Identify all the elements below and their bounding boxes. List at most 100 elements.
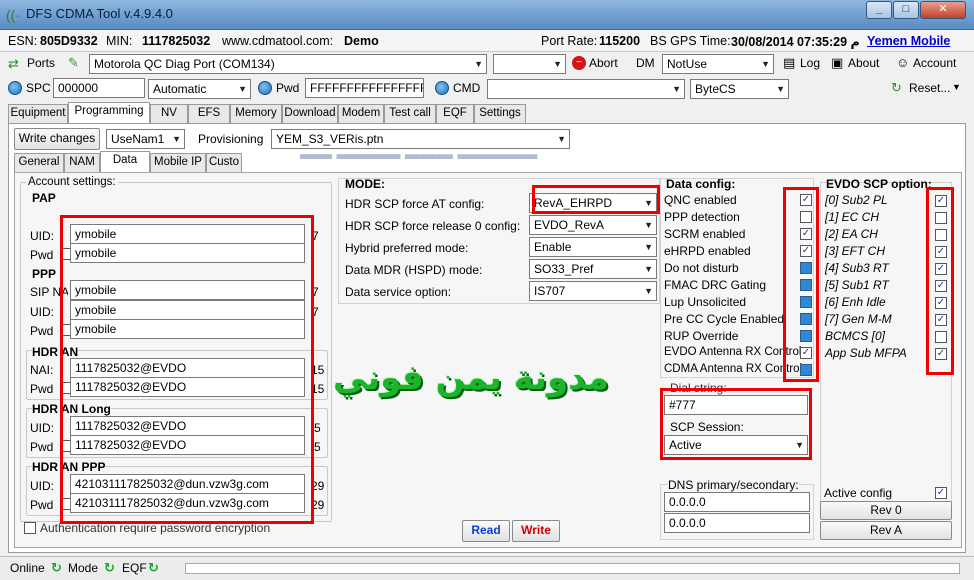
scp-opt-4-label: [4] Sub3 RT <box>825 261 889 275</box>
user-select-value: UseNam1 <box>111 132 165 146</box>
chevron-down-icon: ▼ <box>474 59 483 69</box>
dns-label: DNS primary/secondary: <box>668 478 799 492</box>
spc-mode-value: Automatic <box>153 82 207 96</box>
subtab-mobile-ip[interactable]: Mobile IP <box>150 153 206 172</box>
data-config-highlight-box <box>783 187 819 382</box>
dial-scp-highlight-box <box>660 388 812 460</box>
port-extra-select[interactable]: ▼ <box>493 54 566 74</box>
chevron-down-icon: ▼ <box>644 286 653 296</box>
active-config-checkbox[interactable]: ✓ <box>935 487 947 499</box>
chevron-down-icon: ▼ <box>644 242 653 252</box>
cmd-select[interactable]: ▼ <box>487 79 685 99</box>
subtab-nam[interactable]: NAM <box>64 153 100 172</box>
tab-modem[interactable]: Modem <box>338 104 384 123</box>
read-button[interactable]: Read <box>462 520 510 542</box>
chevron-down-icon: ▼ <box>776 84 785 94</box>
maximize-button[interactable]: □ <box>893 1 919 19</box>
tab-efs[interactable]: EFS <box>188 104 230 123</box>
app-wifi-icon: ((· <box>6 7 20 23</box>
carrier-link[interactable]: Yemen Mobile <box>867 34 950 48</box>
main-tab-strip: Equipment Programming NV EFS Memory Down… <box>8 102 968 124</box>
tab-settings[interactable]: Settings <box>474 104 526 123</box>
tab-download[interactable]: Download <box>282 104 338 123</box>
spc-mode-select[interactable]: Automatic ▼ <box>148 79 251 99</box>
user-select[interactable]: UseNam1 ▼ <box>106 129 185 149</box>
tab-equipment[interactable]: Equipment <box>8 104 68 123</box>
service-option-select[interactable]: IS707 ▼ <box>529 281 657 301</box>
close-button[interactable]: ✕ <box>920 1 966 19</box>
port-rate-label: Port Rate: <box>541 34 598 48</box>
ports-button[interactable]: Ports <box>27 56 55 70</box>
pwd-input[interactable]: FFFFFFFFFFFFFFFF <box>305 78 424 98</box>
dns-primary-input[interactable]: 0.0.0.0 <box>664 492 810 512</box>
scp-opt-1-label: [1] EC CH <box>825 210 880 224</box>
ppp-pwd-label: Pwd <box>30 324 54 338</box>
port-select[interactable]: Motorola QC Diag Port (COM134) ▼ <box>89 54 487 74</box>
scp-force-release-select[interactable]: EVDO_RevA ▼ <box>529 215 657 235</box>
write-changes-button[interactable]: Write changes <box>14 128 100 150</box>
tab-programming[interactable]: Programming <box>68 102 150 123</box>
auth-encryption-checkbox[interactable] <box>24 522 36 534</box>
gps-time-label: BS GPS Time: <box>650 34 731 48</box>
chevron-down-icon: ▼ <box>672 84 681 94</box>
pwd-radio-icon[interactable] <box>258 81 272 95</box>
minimize-button[interactable]: _ <box>866 1 892 19</box>
hybrid-mode-select[interactable]: Enable ▼ <box>529 237 657 257</box>
cmd-radio-icon[interactable] <box>435 81 449 95</box>
scp-opt-5-label: [5] Sub1 RT <box>825 278 889 292</box>
esn-label: ESN: <box>8 34 38 48</box>
scp-opt-6-label: [6] Enh Idle <box>825 295 886 309</box>
evdo-antenna-label: EVDO Antenna RX Control <box>664 346 802 358</box>
tab-nv[interactable]: NV <box>150 104 188 123</box>
mdr-mode-select[interactable]: SO33_Pref ▼ <box>529 259 657 279</box>
toolbar-ports: ⇄ Ports ✎ Motorola QC Diag Port (COM134)… <box>0 52 974 76</box>
ehrpd-enabled-label: eHRPD enabled <box>664 244 751 258</box>
evdo-scp-labels: [0] Sub2 PL [1] EC CH [2] EA CH [3] EFT … <box>825 193 925 363</box>
rev-0-button[interactable]: Rev 0 <box>820 501 952 520</box>
online-indicator-icon: ↻ <box>51 560 62 575</box>
account-button[interactable]: Account <box>913 56 956 70</box>
chevron-down-icon: ▼ <box>557 134 566 144</box>
background-logo: ▬▬ ▬▬▬▬ ▬▬▬ ▬▬▬▬▬ <box>300 146 538 163</box>
write-button[interactable]: Write <box>512 520 560 542</box>
mode-row-label-2: Hybrid preferred mode: <box>345 241 469 255</box>
scp-opt-7-label: [7] Gen M-M <box>825 312 892 326</box>
tab-test-call[interactable]: Test call <box>384 104 436 123</box>
tab-memory[interactable]: Memory <box>230 104 282 123</box>
do-not-disturb-label: Do not disturb <box>664 261 739 275</box>
spc-input[interactable]: 000000 <box>53 78 145 98</box>
reset-chevron-down-icon[interactable]: ▼ <box>952 82 961 92</box>
eqf-indicator-icon: ↻ <box>148 560 159 575</box>
chevron-down-icon: ▼ <box>761 59 770 69</box>
status-online-label: Online <box>10 561 45 575</box>
dm-select[interactable]: NotUse ▼ <box>662 54 774 74</box>
scp-opt-2-label: [2] EA CH <box>825 227 878 241</box>
tab-eqf[interactable]: EQF <box>436 104 474 123</box>
evdo-scp-highlight-box <box>926 187 954 375</box>
lup-unsolicited-label: Lup Unsolicited <box>664 295 747 309</box>
subtab-data[interactable]: Data <box>100 151 150 172</box>
hdr-an-ppp-uid-label: UID: <box>30 479 54 493</box>
pap-uid-label: UID: <box>30 229 54 243</box>
about-button[interactable]: About <box>848 56 879 70</box>
subtab-general[interactable]: General <box>14 153 64 172</box>
reset-button[interactable]: Reset... <box>909 81 950 95</box>
subtab-custom[interactable]: Custo <box>206 153 242 172</box>
pre-cc-cycle-label: Pre CC Cycle Enabled <box>664 312 785 326</box>
blog-watermark: مدونة يمن فوني <box>333 358 609 398</box>
dns-secondary-input[interactable]: 0.0.0.0 <box>664 513 810 533</box>
encoding-select[interactable]: ByteCS ▼ <box>690 79 789 99</box>
chevron-down-icon: ▼ <box>238 84 247 94</box>
rev-a-button[interactable]: Rev A <box>820 521 952 540</box>
hdr-an-long-pwd-label: Pwd <box>30 440 54 454</box>
min-label: MIN: <box>106 34 133 48</box>
evdo-scp-title: EVDO SCP option: <box>826 177 932 191</box>
site-label: www.cdmatool.com: <box>222 34 334 48</box>
spc-radio-icon[interactable] <box>8 81 22 95</box>
title-bar: ((· DFS CDMA Tool v.4.9.4.0 _ □ ✕ <box>0 0 974 30</box>
log-button[interactable]: Log <box>800 56 820 70</box>
qnc-enabled-label: QNC enabled <box>664 193 737 207</box>
status-eqf-label: EQF <box>122 561 147 575</box>
abort-button[interactable]: Abort <box>589 56 618 70</box>
hdr-an-long-pwd-length: 5 <box>314 440 321 454</box>
